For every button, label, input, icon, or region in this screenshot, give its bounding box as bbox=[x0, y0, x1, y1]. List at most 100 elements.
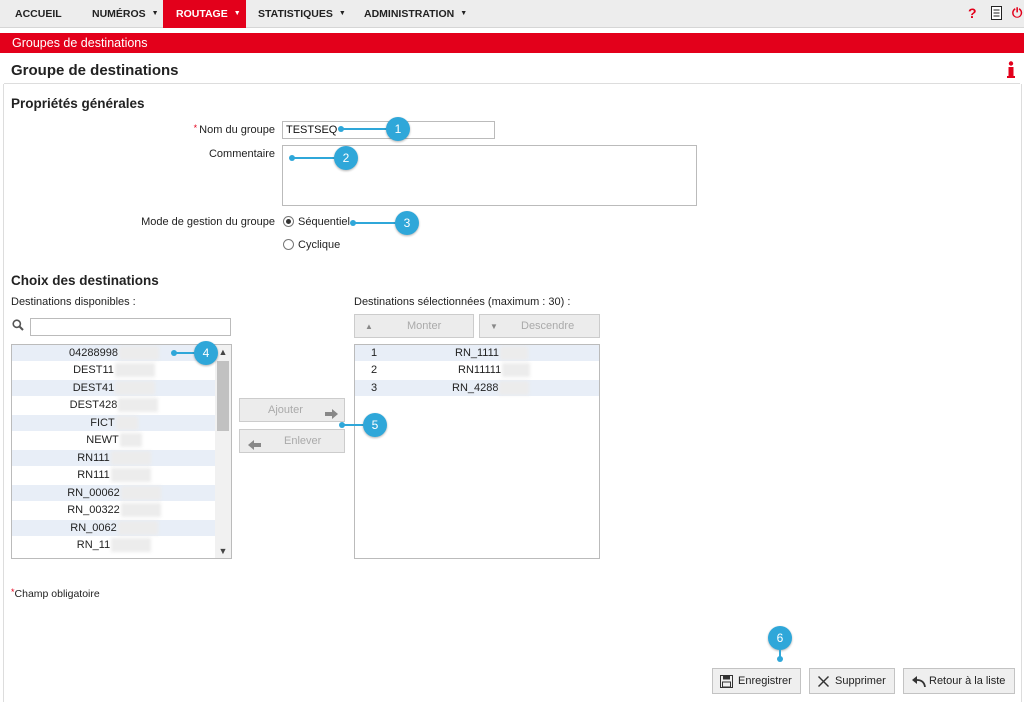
radio-cyclique[interactable]: Cyclique bbox=[283, 239, 363, 253]
list-item-text: DEST428 bbox=[69, 399, 118, 411]
radio-button-checked[interactable] bbox=[283, 216, 294, 227]
selected-row[interactable]: 3 RN_4288 bbox=[355, 380, 599, 396]
selected-label: Destinations sélectionnées (maximum : 30… bbox=[354, 296, 571, 308]
redacted-text bbox=[500, 346, 529, 361]
radio-button[interactable] bbox=[283, 239, 294, 250]
list-item[interactable]: RN_0062 bbox=[12, 520, 216, 536]
arrow-right-icon bbox=[325, 405, 338, 427]
nav-accueil[interactable]: ACCUEIL bbox=[15, 0, 62, 28]
list-item[interactable]: RN_00062 bbox=[12, 485, 216, 501]
nav-label: ADMINISTRATION bbox=[364, 8, 455, 20]
nav-numeros[interactable]: NUMÉROS ▼ bbox=[92, 0, 159, 28]
list-item-text: DEST11 bbox=[73, 364, 114, 376]
list-item[interactable]: RN111 bbox=[12, 450, 216, 466]
caret-down-icon: ▼ bbox=[460, 10, 468, 17]
top-navigation: ACCUEIL NUMÉROS ▼ ROUTAGE ▼ STATISTIQUES ▼ … bbox=[0, 0, 1024, 28]
row-value: RN_1111 bbox=[455, 345, 529, 361]
help-icon[interactable]: ? bbox=[968, 5, 977, 21]
selected-row[interactable]: 1 RN_1111 bbox=[355, 345, 599, 361]
selected-row[interactable]: 2 RN11111 bbox=[355, 362, 599, 378]
delete-button[interactable]: Supprimer bbox=[809, 668, 895, 694]
button-label: Descendre bbox=[521, 320, 575, 332]
callout-marker-4: 4 bbox=[194, 341, 218, 365]
row-value: RN11111 bbox=[458, 362, 531, 378]
nav-routage[interactable]: ROUTAGE ▼ bbox=[163, 0, 246, 28]
add-button[interactable]: Ajouter bbox=[239, 398, 345, 422]
document-icon[interactable] bbox=[991, 6, 1002, 23]
move-up-button[interactable]: ▲ Monter bbox=[354, 314, 474, 338]
group-name-label: * Nom du groupe bbox=[120, 123, 275, 136]
callout-marker-5: 5 bbox=[363, 413, 387, 437]
frame-border-right bbox=[1021, 84, 1022, 702]
list-item[interactable]: RN111 bbox=[12, 467, 216, 483]
callout-leader bbox=[292, 157, 336, 159]
row-value-text: RN_4288 bbox=[452, 382, 499, 394]
scroll-down-icon[interactable]: ▼ bbox=[215, 544, 231, 558]
available-destinations-list[interactable]: 04288998 DEST11 DEST41 DEST428 FICT NEWT… bbox=[11, 344, 232, 559]
list-item-text: RN_11 bbox=[76, 539, 111, 551]
callout-marker-3: 3 bbox=[395, 211, 419, 235]
redacted-text bbox=[114, 363, 155, 378]
back-to-list-button[interactable]: Retour à la liste bbox=[903, 668, 1015, 694]
button-label: Ajouter bbox=[268, 404, 303, 416]
required-field-note: *Champ obligatoire bbox=[11, 587, 100, 600]
list-item[interactable]: DEST428 bbox=[12, 397, 216, 413]
remove-button[interactable]: Enlever bbox=[239, 429, 345, 453]
caret-down-icon: ▼ bbox=[233, 10, 241, 17]
scrollbar[interactable]: ▲ ▼ bbox=[215, 345, 231, 558]
list-item-text: RN_00322 bbox=[67, 504, 120, 516]
list-item-text: NEWT bbox=[86, 434, 119, 446]
redacted-text bbox=[499, 381, 530, 396]
note-text: Champ obligatoire bbox=[14, 588, 100, 600]
list-item-text: DEST41 bbox=[72, 382, 115, 394]
list-item[interactable]: DEST41 bbox=[12, 380, 216, 396]
list-item[interactable]: FICT bbox=[12, 415, 216, 431]
row-value: RN_4288 bbox=[452, 380, 530, 396]
selected-destinations-list[interactable]: 1 RN_1111 2 RN11111 3 RN_4288 bbox=[354, 344, 600, 559]
caret-down-icon: ▼ bbox=[338, 10, 346, 17]
radio-label: Séquentiel bbox=[298, 216, 350, 228]
power-icon[interactable]: ⏻ bbox=[1012, 5, 1022, 21]
close-icon bbox=[818, 676, 829, 690]
search-input[interactable] bbox=[30, 318, 231, 336]
nav-label: ROUTAGE bbox=[176, 8, 228, 20]
comment-label: Commentaire bbox=[208, 148, 275, 160]
list-item[interactable]: RN_11 bbox=[12, 537, 216, 553]
redacted-text bbox=[115, 381, 156, 396]
row-index: 1 bbox=[371, 347, 378, 359]
redacted-text bbox=[118, 398, 159, 413]
redacted-text bbox=[110, 451, 151, 466]
nav-statistiques[interactable]: STATISTIQUES ▼ bbox=[258, 0, 346, 28]
button-label: Supprimer bbox=[835, 675, 886, 687]
required-mark: * bbox=[11, 587, 15, 597]
info-icon[interactable] bbox=[1006, 61, 1016, 79]
move-down-button[interactable]: ▼ Descendre bbox=[479, 314, 600, 338]
nav-administration[interactable]: ADMINISTRATION ▼ bbox=[364, 0, 467, 28]
redacted-text bbox=[117, 521, 158, 536]
title-divider bbox=[4, 83, 1020, 84]
callout-leader bbox=[341, 128, 389, 130]
save-button[interactable]: Enregistrer bbox=[712, 668, 801, 694]
nav-label: NUMÉROS bbox=[92, 8, 146, 20]
list-item[interactable]: RN_00322 bbox=[12, 502, 216, 518]
breadcrumb: Groupes de destinations bbox=[0, 33, 1024, 53]
scroll-thumb[interactable] bbox=[217, 361, 229, 431]
button-label: Monter bbox=[407, 320, 442, 332]
redacted-text bbox=[110, 468, 151, 483]
list-item[interactable]: NEWT bbox=[12, 432, 216, 448]
section-title-general: Propriétés générales bbox=[11, 96, 145, 111]
list-item[interactable]: DEST11 bbox=[12, 362, 216, 378]
floppy-disk-icon bbox=[720, 675, 733, 691]
redacted-text bbox=[115, 416, 138, 431]
list-item-text: RN111 bbox=[77, 469, 110, 481]
section-title-destinations: Choix des destinations bbox=[11, 273, 159, 288]
row-value-text: RN_1111 bbox=[455, 347, 500, 359]
available-label: Destinations disponibles : bbox=[11, 296, 136, 308]
list-item-text: 04288998 bbox=[69, 347, 118, 359]
row-index: 2 bbox=[371, 364, 378, 376]
callout-marker-2: 2 bbox=[334, 146, 358, 170]
list-item-text: RN_00062 bbox=[67, 487, 120, 499]
row-value-text: RN11111 bbox=[458, 364, 502, 376]
radio-label: Cyclique bbox=[298, 239, 341, 251]
caret-down-icon: ▼ bbox=[151, 10, 159, 17]
